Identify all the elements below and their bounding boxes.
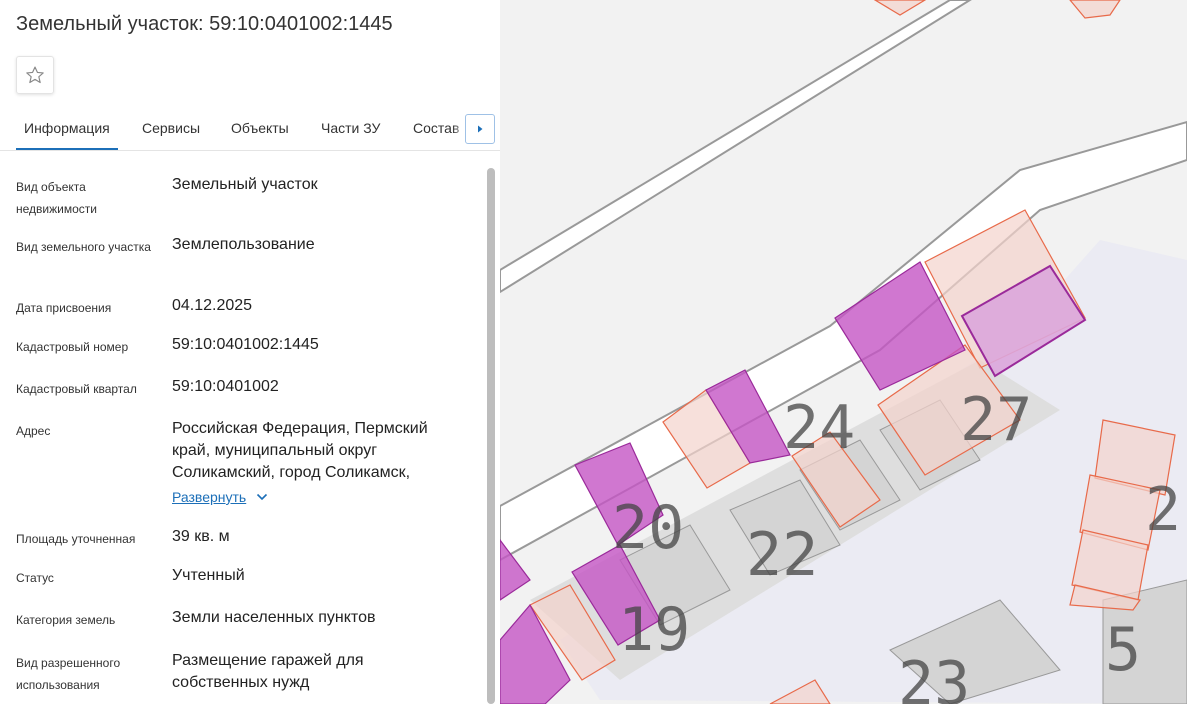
tab-composition[interactable]: Состав — [413, 120, 459, 136]
map-label: 22 — [746, 520, 818, 590]
label-cadastral-block: Кадастровый квартал — [16, 382, 137, 396]
cadastral-map[interactable]: 24 27 20 22 19 23 2 5 — [500, 0, 1187, 704]
tab-information[interactable]: Информация — [16, 120, 118, 150]
map-label: 5 — [1105, 615, 1141, 685]
address-expand-link[interactable]: Развернуть — [172, 489, 268, 505]
value-cadastral-block: 59:10:0401002 — [172, 378, 279, 395]
map-canvas[interactable]: 24 27 20 22 19 23 2 5 — [500, 0, 1187, 704]
star-outline-icon — [26, 66, 44, 84]
tab-services[interactable]: Сервисы — [142, 120, 200, 136]
label-status: Статус — [16, 571, 54, 585]
label-object-type: Вид объекта недвижимости — [16, 180, 97, 216]
value-land-category: Земли населенных пунктов — [172, 609, 376, 626]
map-label: 19 — [618, 595, 690, 665]
label-date-assigned: Дата присвоения — [16, 301, 112, 315]
expand-label: Развернуть — [172, 489, 247, 505]
tab-objects[interactable]: Объекты — [231, 120, 289, 136]
label-land-category: Категория земель — [16, 613, 116, 627]
panel-scrollbar[interactable] — [487, 168, 495, 704]
value-status: Учтенный — [172, 567, 245, 584]
map-label: 2 — [1145, 475, 1181, 545]
value-date-assigned: 04.12.2025 — [172, 297, 253, 314]
map-label: 27 — [960, 385, 1032, 455]
page-title: Земельный участок: 59:10:0401002:1445 — [16, 13, 393, 35]
label-cadastral-number: Кадастровый номер — [16, 340, 129, 354]
object-info-panel: Земельный участок: 59:10:0401002:1445 Ин… — [0, 0, 500, 704]
tabs-next-button[interactable] — [465, 114, 495, 144]
value-permitted-use: Размещение гаражей для собственных нужд — [172, 652, 364, 691]
label-address: Адрес — [16, 424, 51, 438]
label-land-type: Вид земельного участка — [16, 240, 151, 254]
map-label: 24 — [783, 393, 855, 463]
value-cadastral-number: 59:10:0401002:1445 — [172, 336, 319, 353]
favorite-button[interactable] — [16, 56, 54, 94]
label-area: Площадь уточненная — [16, 532, 136, 546]
chevron-down-icon — [257, 493, 268, 501]
map-label: 23 — [898, 649, 970, 704]
tab-bar: Информация Сервисы Объекты Части ЗУ Сост… — [0, 108, 500, 151]
map-label: 20 — [612, 493, 684, 563]
value-object-type: Земельный участок — [172, 176, 318, 193]
tab-parts[interactable]: Части ЗУ — [321, 120, 380, 136]
value-address: Российская Федерация, Пермский край, мун… — [172, 420, 428, 481]
value-land-type: Землепользование — [172, 236, 315, 253]
value-area: 39 кв. м — [172, 528, 230, 545]
label-permitted-use: Вид разрешенного использования — [16, 656, 121, 692]
caret-right-icon — [478, 125, 483, 133]
